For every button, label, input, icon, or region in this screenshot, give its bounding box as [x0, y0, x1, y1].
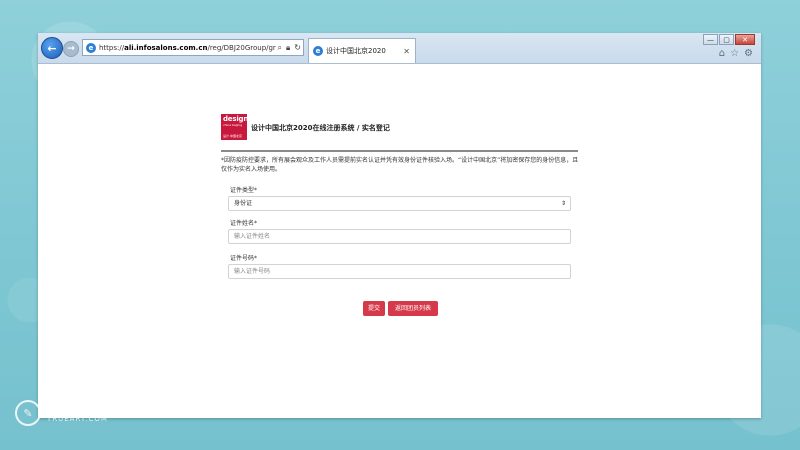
back-to-group-list-button[interactable]: 返回团员列表 — [388, 301, 438, 316]
favorites-star-icon[interactable]: ☆ — [730, 48, 739, 59]
page-title: 设计中国北京2020在线注册系统 / 实名登记 — [251, 124, 390, 132]
tab-title: 设计中国北京2020 — [326, 47, 386, 55]
id-name-input[interactable]: 输入证件姓名 — [228, 229, 571, 244]
watermark-en-text: TRUEART.COM — [47, 415, 108, 423]
select-caret-icon: ⇕ — [560, 200, 566, 207]
heading-divider — [221, 150, 578, 152]
id-type-select[interactable]: 身份证 ⇕ — [228, 196, 571, 211]
ie-icon: e — [313, 46, 323, 56]
url-text: https://ali.infosalons.com.cn/reg/DBJ20G… — [99, 43, 276, 52]
id-type-value: 身份证 — [234, 200, 253, 207]
logo-main-text: design — [223, 115, 249, 123]
address-bar[interactable]: e https://ali.infosalons.com.cn/reg/DBJ2… — [82, 39, 304, 56]
lock-icon[interactable]: 🔒︎ — [286, 43, 290, 53]
tab-close-icon[interactable]: ✕ — [403, 47, 410, 56]
watermark: ✎ 凤凰艺客 TRUEART.COM — [15, 400, 108, 426]
browser-toolbar: ← → e https://ali.infosalons.com.cn/reg/… — [38, 33, 761, 64]
home-icon[interactable]: ⌂ — [719, 48, 725, 59]
settings-gear-icon[interactable]: ⚙ — [744, 48, 753, 59]
minimize-button[interactable]: — — [703, 34, 718, 45]
logo-foot-text: 设计·中国北京 — [223, 134, 242, 138]
forward-arrow-icon[interactable]: → — [63, 41, 79, 57]
notice-text: *因防疫防控要求，所有展会观众及工作人员需提前实名认证并凭有效身份证件核验入场。… — [221, 157, 579, 173]
design-china-logo: design china beijing 设计·中国北京 — [221, 114, 249, 140]
magnifier-icon[interactable]: ⌕ — [278, 43, 282, 53]
watermark-logo-icon: ✎ — [15, 400, 41, 426]
id-number-input[interactable]: 输入证件号码 — [228, 264, 571, 279]
id-number-label: 证件号码* — [230, 255, 258, 262]
refresh-icon[interactable]: ↻ — [294, 43, 301, 52]
logo-sub-text: china beijing — [223, 123, 243, 127]
id-type-label: 证件类型* — [230, 187, 258, 194]
back-arrow-icon[interactable]: ← — [41, 37, 63, 59]
close-button[interactable]: ✕ — [735, 34, 755, 45]
tab-active[interactable]: e 设计中国北京2020 ✕ — [308, 38, 416, 63]
submit-button[interactable]: 提交 — [363, 301, 385, 316]
browser-tools: ⌂ ☆ ⚙ — [719, 48, 753, 59]
page-content: design china beijing 设计·中国北京 设计中国北京2020在… — [38, 64, 761, 418]
watermark-cn-text: 凤凰艺客 — [47, 400, 104, 414]
maximize-button[interactable]: ▢ — [719, 34, 734, 45]
ie-icon: e — [86, 42, 96, 53]
window-controls: — ▢ ✕ — [703, 34, 755, 45]
browser-window: ← → e https://ali.infosalons.com.cn/reg/… — [38, 33, 761, 418]
id-name-label: 证件姓名* — [230, 220, 258, 227]
